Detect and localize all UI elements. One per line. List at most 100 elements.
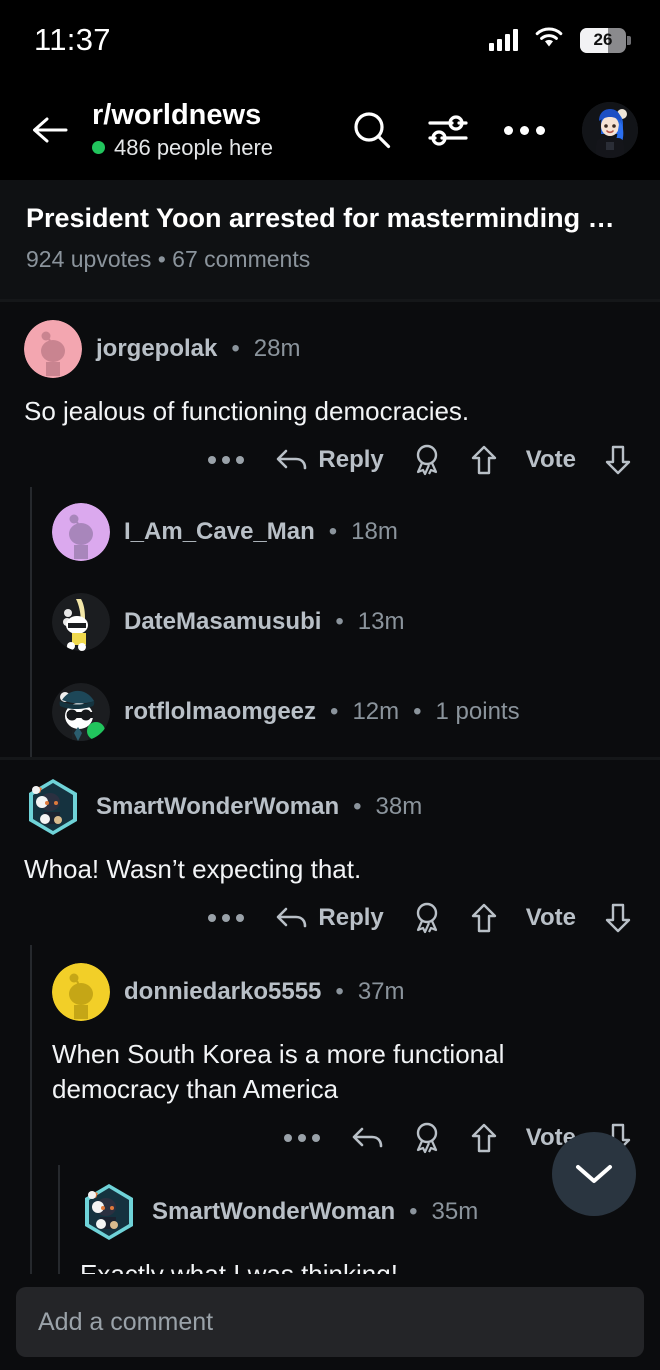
comment-header: donniedarko5555 • 37m bbox=[52, 963, 636, 1022]
downvote-arrow-icon bbox=[605, 903, 631, 933]
comment-header: I_Am_Cave_Man • 18m bbox=[52, 503, 636, 562]
reply-button[interactable]: Reply bbox=[274, 445, 384, 475]
award-medal-icon bbox=[416, 445, 437, 476]
comment-header: SmartWonderWoman • 35m bbox=[80, 1183, 636, 1241]
snoo-purple-avatar bbox=[52, 503, 110, 562]
award-button[interactable] bbox=[412, 901, 442, 935]
reply-label: Reply bbox=[318, 446, 384, 474]
wifi-icon bbox=[534, 27, 564, 54]
battery-percent: 26 bbox=[593, 30, 613, 49]
collapsed-reply[interactable]: rotflolmaomgeez • 12m • 1 points bbox=[0, 667, 660, 758]
comment-timestamp: 38m bbox=[375, 793, 423, 821]
collapsed-reply[interactable]: DateMasamusubi • 13m bbox=[0, 577, 660, 668]
avatar[interactable] bbox=[52, 963, 110, 1022]
hex-nft-avatar bbox=[29, 779, 77, 836]
scroll-to-next-button[interactable] bbox=[552, 1132, 636, 1216]
comment-username[interactable]: rotflolmaomgeez bbox=[124, 698, 316, 726]
comment-header: rotflolmaomgeez • 12m • 1 points bbox=[52, 683, 636, 742]
vote-label[interactable]: Vote bbox=[526, 446, 576, 474]
status-bar-indicators: 26 bbox=[489, 27, 631, 54]
subreddit-online-status: 486 people here bbox=[92, 135, 348, 161]
avatar[interactable] bbox=[52, 683, 110, 742]
comment-username[interactable]: I_Am_Cave_Man bbox=[124, 518, 315, 546]
user-avatar-icon bbox=[582, 102, 638, 158]
upvote-arrow-icon bbox=[471, 903, 496, 933]
comment-thread: jorgepolak • 28m So jealous of functioni… bbox=[0, 302, 660, 758]
comment-username[interactable]: donniedarko5555 bbox=[124, 978, 321, 1006]
downvote-button[interactable] bbox=[604, 444, 632, 476]
separator: • bbox=[328, 518, 338, 546]
downvote-arrow-icon bbox=[605, 446, 631, 475]
comment-actions: Reply Vote bbox=[24, 901, 636, 935]
avatar[interactable] bbox=[24, 778, 82, 836]
avatar[interactable] bbox=[52, 593, 110, 652]
more-options-button[interactable] bbox=[500, 106, 548, 154]
avatar[interactable] bbox=[52, 503, 110, 562]
comment[interactable]: jorgepolak • 28m So jealous of functioni… bbox=[0, 302, 660, 487]
comment-username[interactable]: SmartWonderWoman bbox=[96, 793, 339, 821]
collapsed-reply[interactable]: I_Am_Cave_Man • 18m bbox=[0, 487, 660, 578]
avatar[interactable] bbox=[24, 320, 82, 379]
status-bar: 11:37 26 bbox=[0, 0, 660, 80]
reply-button[interactable]: Reply bbox=[274, 903, 384, 933]
subreddit-header[interactable]: r/worldnews 486 people here bbox=[92, 99, 348, 160]
upvote-button[interactable] bbox=[470, 902, 498, 934]
separator: • bbox=[231, 335, 240, 363]
more-options-icon bbox=[503, 125, 545, 135]
comment-username[interactable]: SmartWonderWoman bbox=[152, 1198, 395, 1226]
comment-username[interactable]: DateMasamusubi bbox=[124, 608, 321, 636]
comment[interactable]: SmartWonderWoman • 38m Whoa! Wasn’t expe… bbox=[0, 760, 660, 945]
thread-line bbox=[30, 667, 32, 758]
post-header[interactable]: President Yoon arrested for mastermindin… bbox=[0, 180, 660, 300]
snoo-pink-avatar bbox=[24, 320, 82, 379]
battery-icon: 26 bbox=[580, 27, 631, 53]
more-options-button[interactable] bbox=[206, 908, 246, 928]
comment-username[interactable]: jorgepolak bbox=[96, 335, 217, 363]
more-options-button[interactable] bbox=[282, 1128, 322, 1148]
separator: • bbox=[335, 608, 344, 636]
thread-line bbox=[30, 487, 32, 578]
status-bar-clock: 11:37 bbox=[34, 22, 111, 57]
comment[interactable]: donniedarko5555 • 37m When South Korea i… bbox=[0, 945, 660, 1165]
banana-avatar bbox=[52, 593, 110, 652]
separator: • bbox=[335, 978, 344, 1006]
hex-nft-avatar bbox=[85, 1183, 133, 1240]
comment-body: When South Korea is a more functional de… bbox=[52, 1039, 505, 1104]
search-button[interactable] bbox=[348, 106, 396, 154]
thread-line bbox=[30, 945, 32, 1165]
comment-timestamp: 13m bbox=[357, 608, 405, 636]
user-avatar-button[interactable] bbox=[582, 102, 638, 158]
comment-actions: Vote bbox=[52, 1121, 636, 1155]
upvote-button[interactable] bbox=[470, 1122, 498, 1154]
vote-label[interactable]: Vote bbox=[526, 904, 576, 932]
avatar[interactable] bbox=[80, 1183, 138, 1241]
separator: • bbox=[413, 698, 422, 726]
award-medal-icon bbox=[416, 1122, 437, 1153]
more-options-button[interactable] bbox=[206, 450, 246, 470]
add-comment-input[interactable]: Add a comment bbox=[16, 1287, 644, 1357]
comment-actions: Reply Vote bbox=[24, 443, 636, 477]
comment-header: jorgepolak • 28m bbox=[24, 320, 636, 379]
comment-timestamp: 28m bbox=[253, 335, 301, 363]
upvote-button[interactable] bbox=[470, 444, 498, 476]
award-button[interactable] bbox=[412, 1121, 442, 1155]
sort-button[interactable] bbox=[424, 106, 472, 154]
comment-timestamp: 18m bbox=[351, 518, 398, 546]
back-button[interactable] bbox=[22, 102, 78, 158]
back-arrow-icon bbox=[33, 117, 68, 143]
separator: • bbox=[409, 1197, 418, 1225]
upvote-arrow-icon bbox=[471, 446, 496, 475]
reply-button[interactable] bbox=[350, 1123, 384, 1153]
award-button[interactable] bbox=[412, 443, 442, 477]
sort-filter-icon bbox=[428, 115, 468, 146]
downvote-button[interactable] bbox=[604, 902, 632, 934]
comment-body: Whoa! Wasn’t expecting that. bbox=[24, 854, 362, 885]
snoo-yellow-avatar bbox=[52, 963, 110, 1022]
reddit-post-screen: 11:37 26 r/worldnews 486 people here Pre… bbox=[0, 0, 660, 1370]
comment-composer-bar: Add a comment bbox=[0, 1274, 660, 1370]
comment-timestamp: 37m bbox=[357, 978, 405, 1006]
comment-header: SmartWonderWoman • 38m bbox=[24, 778, 636, 836]
add-comment-placeholder: Add a comment bbox=[38, 1307, 214, 1336]
snoo-hat-sunglasses-avatar bbox=[52, 683, 110, 742]
comment-header: DateMasamusubi • 13m bbox=[52, 593, 636, 652]
